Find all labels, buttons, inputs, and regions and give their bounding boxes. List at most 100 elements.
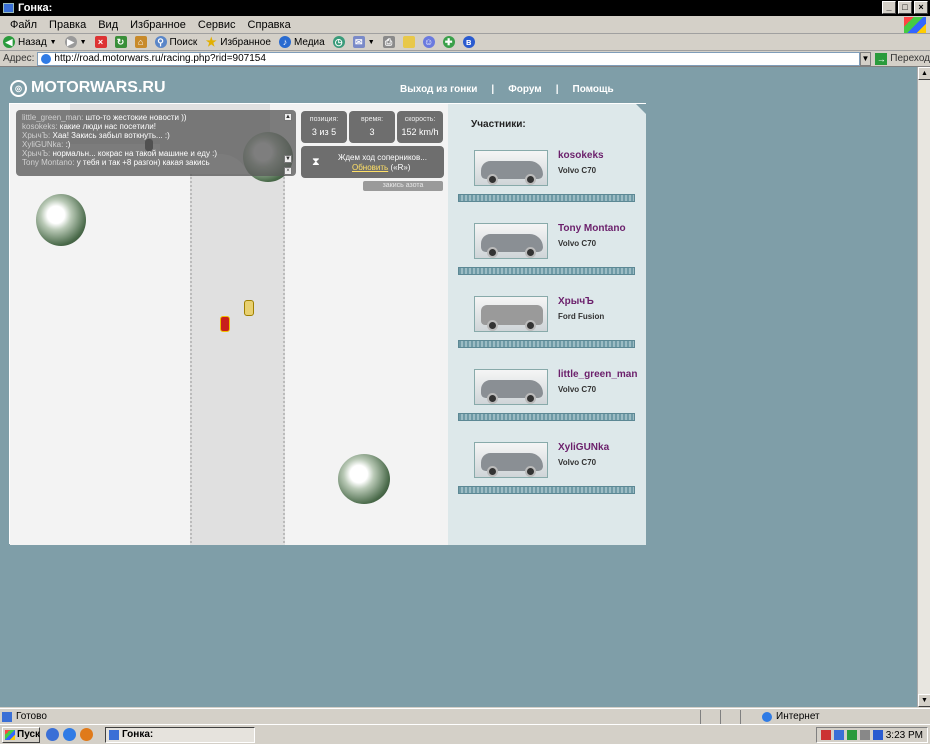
chat-box: little_green_man: што-то жестокие новост… — [16, 110, 296, 176]
participant-name[interactable]: little_green_man — [558, 369, 637, 380]
go-button[interactable]: → Переход — [875, 52, 930, 65]
chat-close-icon[interactable]: × — [284, 167, 292, 175]
minimize-button[interactable]: _ — [882, 1, 896, 14]
player-car[interactable] — [220, 316, 230, 332]
page-scrollbar[interactable]: ▲ ▼ — [917, 67, 930, 707]
participant-name[interactable]: Tony Montano — [558, 223, 626, 234]
mail-button[interactable]: ✉ ▼ — [352, 36, 375, 48]
participant-name[interactable]: XyliGUNka — [558, 442, 609, 453]
address-url: http://road.motorwars.ru/racing.php?rid=… — [54, 52, 266, 64]
menu-favorites[interactable]: Избранное — [124, 16, 192, 33]
logo-text: MOTORWARS.RU — [31, 79, 166, 96]
taskbar: Пуск Гонка: 3:23 PM — [0, 724, 930, 744]
ie-icon — [3, 3, 14, 13]
car-thumbnail — [474, 150, 548, 186]
refresh-button[interactable]: ↻ — [114, 36, 127, 48]
progress-bar — [458, 413, 635, 421]
menu-file[interactable]: Файл — [4, 16, 43, 33]
participant-car: Volvo C70 — [558, 166, 597, 175]
participant-name[interactable]: ХрычЪ — [558, 296, 594, 307]
home-button[interactable]: ⌂ — [134, 36, 147, 48]
back-arrow-icon: ◀ — [3, 36, 15, 48]
car-thumbnail — [474, 442, 548, 478]
chat-line: XyliGUNka: :) — [22, 140, 71, 149]
scroll-up-icon[interactable]: ▲ — [918, 67, 930, 80]
address-dropdown-icon[interactable]: ▼ — [859, 51, 872, 66]
car-thumbnail — [474, 296, 548, 332]
car-thumbnail — [474, 223, 548, 259]
ie-quicklaunch-icon[interactable] — [63, 728, 76, 741]
edit-button[interactable] — [402, 36, 415, 48]
chat-scroll-up-icon[interactable]: ▲ — [284, 113, 292, 121]
chat-scrollbar[interactable]: ▲ ▼ × — [284, 113, 293, 175]
scroll-down-icon[interactable]: ▼ — [918, 694, 930, 707]
progress-bar — [458, 486, 635, 494]
favorites-button[interactable]: ★ Избранное — [205, 36, 271, 48]
position-stat: позиция: 3 из 5 — [301, 111, 347, 143]
maximize-button[interactable]: □ — [898, 1, 912, 14]
shield-icon[interactable] — [846, 730, 857, 740]
chat-scroll-down-icon[interactable]: ▼ — [284, 155, 292, 163]
waiting-box: ⧗ Ждем ход соперников... Обновить («R») — [301, 146, 444, 178]
race-track[interactable]: little_green_man: што-то жестокие новост… — [10, 104, 448, 545]
participants-panel: Участники: kosokeks Volvo C70 Tony Monta… — [448, 104, 646, 545]
menu-view[interactable]: Вид — [92, 16, 124, 33]
flag-icon[interactable] — [820, 730, 831, 740]
chat-line: ХрычЪ: нормальн... кокрас на такой машин… — [22, 149, 218, 158]
bluetooth-button[interactable]: ʙ — [462, 36, 475, 48]
page-icon — [41, 53, 52, 64]
addon-button[interactable]: ✚ — [442, 36, 455, 48]
desktop-icon[interactable] — [46, 728, 59, 741]
search-button[interactable]: ⚲ Поиск — [154, 36, 197, 48]
opponent-car[interactable] — [244, 300, 254, 316]
refresh-icon: ↻ — [114, 36, 127, 48]
menu-edit[interactable]: Правка — [43, 16, 92, 33]
progress-bar — [458, 340, 635, 348]
chat-line: kosokeks: какие люди нас посетили! — [22, 122, 156, 131]
close-button[interactable]: × — [914, 1, 928, 14]
participant-card[interactable]: XyliGUNka Volvo C70 — [458, 436, 638, 501]
address-input[interactable]: http://road.motorwars.ru/racing.php?rid=… — [37, 51, 860, 66]
participant-car: Volvo C70 — [558, 239, 597, 248]
participant-name[interactable]: kosokeks — [558, 150, 604, 161]
menu-tools[interactable]: Сервис — [192, 16, 242, 33]
task-button[interactable]: Гонка: — [105, 726, 255, 743]
bluetooth-tray-icon[interactable] — [872, 730, 883, 740]
search-icon: ⚲ — [154, 36, 167, 48]
menu-bar: Файл Правка Вид Избранное Сервис Справка — [0, 16, 930, 34]
participant-card[interactable]: ХрычЪ Ford Fusion — [458, 290, 638, 355]
back-button[interactable]: ◀ Назад ▼ — [3, 36, 57, 48]
firefox-icon[interactable] — [80, 728, 93, 741]
participant-card[interactable]: Tony Montano Volvo C70 — [458, 217, 638, 282]
window-title: Гонка: — [18, 2, 53, 14]
tree — [36, 194, 86, 246]
home-icon: ⌂ — [134, 36, 147, 48]
print-button[interactable]: ⎙ — [382, 36, 395, 48]
address-label: Адрес: — [3, 53, 35, 64]
history-button[interactable]: ◷ — [332, 36, 345, 48]
history-icon: ◷ — [332, 36, 345, 48]
go-arrow-icon: → — [875, 52, 888, 65]
media-button[interactable]: ♪ Медиа — [278, 36, 325, 48]
nav-exit-race[interactable]: Выход из гонки — [400, 84, 477, 95]
start-button[interactable]: Пуск — [2, 726, 40, 743]
forward-button[interactable]: ▶ ▼ — [64, 36, 87, 48]
menu-help[interactable]: Справка — [242, 16, 297, 33]
quick-launch — [46, 728, 93, 741]
nav-help[interactable]: Помощь — [573, 84, 614, 95]
window-titlebar: Гонка: _ □ × — [0, 0, 930, 16]
speaker-icon[interactable] — [859, 730, 870, 740]
refresh-link[interactable]: Обновить — [352, 163, 388, 172]
stop-button[interactable]: × — [94, 36, 107, 48]
participant-car: Volvo C70 — [558, 385, 597, 394]
nav-forum[interactable]: Форум — [508, 84, 541, 95]
participant-card[interactable]: kosokeks Volvo C70 — [458, 144, 638, 209]
network-icon[interactable] — [833, 730, 844, 740]
car-thumbnail — [474, 369, 548, 405]
nitro-button[interactable]: закись азота — [363, 181, 443, 191]
participant-card[interactable]: little_green_man Volvo C70 — [458, 363, 638, 428]
address-bar: Адрес: http://road.motorwars.ru/racing.p… — [0, 51, 930, 67]
progress-bar — [458, 267, 635, 275]
messenger-button[interactable]: ☺ — [422, 36, 435, 48]
site-logo[interactable]: ◎ MOTORWARS.RU — [10, 79, 166, 97]
